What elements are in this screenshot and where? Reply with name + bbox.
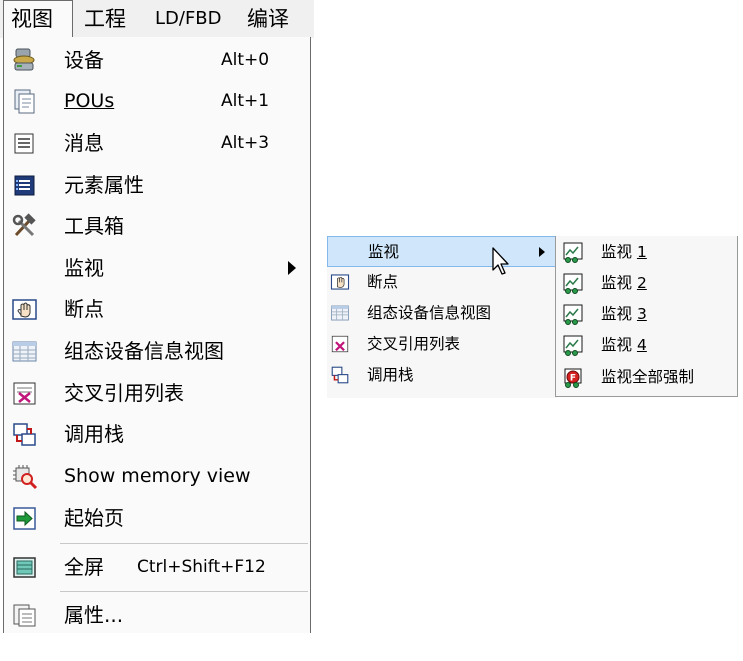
toolbox-icon [11,213,38,240]
menu-bar: 视图 工程 LD/FBD 编译 [0,0,314,38]
submenu-arrow-icon [539,247,545,257]
menu-item-number: 2 [636,274,647,292]
fullscreen-icon [11,554,38,581]
config-device-info-icon [11,338,38,365]
cross-reference-icon [330,334,350,354]
watch-all-forced-icon: F [562,367,584,389]
menu-item-label: 监视全部强制 [601,368,695,386]
svg-text:F: F [570,374,576,384]
element-properties-icon [11,172,38,199]
breakpoint-icon [330,272,350,292]
menu-item-shortcut: Alt+1 [221,91,270,111]
view-menu-dropdown: 设备 Alt+0 POUs Alt+1 消息 Alt+3 元素属性 工具箱 监视… [3,37,311,633]
menu-item-number: 3 [636,305,647,323]
call-stack-icon [330,365,350,385]
menu-item-shortcut: Alt+3 [221,133,270,153]
call-stack-icon [11,421,38,448]
pous-icon [11,88,38,115]
menu-item-toolbox[interactable]: 工具箱 [4,206,310,246]
devices-icon [11,47,38,74]
menu-view[interactable]: 视图 [3,0,73,38]
menu-item-label: Show memory view [64,465,251,487]
menu-item-number: 1 [636,243,647,261]
menu-item-breakpoints[interactable]: 断点 [4,289,310,329]
submenu-arrow-icon [288,261,296,275]
messages-icon [11,130,38,157]
menu-item-label: 监视 [601,305,633,323]
menu-item-label: 全屏 [64,555,104,579]
menu-item-label: 起始页 [64,506,124,530]
menu-item-label: 断点 [367,273,399,291]
menu-item-label: 组态设备信息视图 [367,304,492,322]
menu-item-label: 设备 [64,48,104,72]
menu-item-shortcut: Ctrl+Shift+F12 [137,557,266,577]
menu-item-element-properties[interactable]: 元素属性 [4,165,310,205]
context-menu: 监视 断点 组态设备信息视图 交叉引用列表 调用栈 [327,236,557,398]
menu-item-label: 元素属性 [64,173,144,197]
menu-item-label: 消息 [64,131,104,155]
watch-submenu: 监视 1 监视 2 监视 3 监视 4 F 监视全部强制 [555,236,738,397]
submenu-item-watch-4[interactable]: 监视 4 [556,330,737,361]
cross-reference-icon [11,380,38,407]
context-item-cross-reference[interactable]: 交叉引用列表 [327,329,557,360]
properties-icon [11,602,38,629]
menu-ld-fbd[interactable]: LD/FBD [155,0,222,38]
menu-item-number: 4 [636,336,647,354]
menu-project[interactable]: 工程 [84,0,126,38]
submenu-item-watch-3[interactable]: 监视 3 [556,299,737,330]
menu-item-fullscreen[interactable]: 全屏 Ctrl+Shift+F12 [4,547,310,587]
submenu-item-watch-2[interactable]: 监视 2 [556,268,737,299]
start-page-icon [11,505,38,532]
watch-list-icon [562,273,584,295]
watch-list-icon [562,242,584,264]
menu-item-show-memory-view[interactable]: Show memory view [4,456,310,496]
menu-item-label: 监视 [601,243,633,261]
menu-item-pous[interactable]: POUs Alt+1 [4,81,310,121]
menu-item-properties[interactable]: 属性... [4,595,310,635]
menu-item-label: 监视 [64,256,104,280]
menu-item-start-page[interactable]: 起始页 [4,498,310,538]
menu-item-config-device-info[interactable]: 组态设备信息视图 [4,331,310,371]
menu-item-label: 调用栈 [367,366,414,384]
context-item-watch[interactable]: 监视 [327,236,557,267]
menu-item-devices[interactable]: 设备 Alt+0 [4,40,310,80]
context-item-call-stack[interactable]: 调用栈 [327,360,557,391]
memory-view-icon [11,463,38,490]
menu-item-label: POUs [64,90,115,112]
menu-separator [60,543,308,544]
mouse-cursor-icon [490,246,512,276]
menu-item-label: 监视 [601,274,633,292]
menu-item-label: 组态设备信息视图 [64,339,224,363]
menu-item-label: 监视 [601,336,633,354]
context-item-config-device-info[interactable]: 组态设备信息视图 [327,298,557,329]
menu-item-watch[interactable]: 监视 [4,248,310,288]
menu-item-shortcut: Alt+0 [221,50,270,70]
menu-item-messages[interactable]: 消息 Alt+3 [4,123,310,163]
menu-item-label: 工具箱 [64,214,124,238]
menu-separator [60,591,308,592]
menu-item-label: 断点 [64,297,104,321]
submenu-item-watch-all-forced[interactable]: F 监视全部强制 [556,362,737,393]
menu-item-cross-reference[interactable]: 交叉引用列表 [4,373,310,413]
submenu-item-watch-1[interactable]: 监视 1 [556,237,737,268]
menu-item-label: 调用栈 [64,422,124,446]
menu-item-call-stack[interactable]: 调用栈 [4,414,310,454]
breakpoint-icon [11,296,38,323]
menu-item-label: 属性... [64,603,124,627]
watch-list-icon [562,335,584,357]
menu-item-label: 交叉引用列表 [64,381,184,405]
context-item-breakpoints[interactable]: 断点 [327,267,557,298]
menu-item-label: 监视 [368,243,400,261]
menu-item-label: 交叉引用列表 [367,335,461,353]
menu-build[interactable]: 编译 [247,0,289,38]
watch-list-icon [562,304,584,326]
config-device-info-icon [330,303,350,323]
